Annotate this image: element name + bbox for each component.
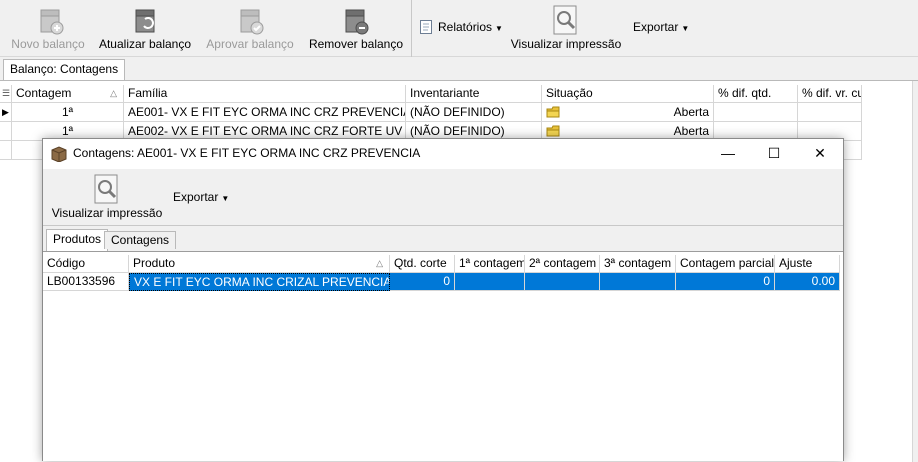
column-qtd-corte[interactable]: Qtd. corte bbox=[390, 255, 455, 273]
cell-contagem-parcial: 0 bbox=[676, 273, 775, 291]
visualizar-impressao-button[interactable]: Visualizar impressão bbox=[510, 0, 622, 57]
sort-ascending-icon: △ bbox=[110, 88, 117, 98]
cell-codigo: LB00133596 bbox=[43, 273, 129, 291]
remover-balanco-label: Remover balanço bbox=[308, 37, 404, 51]
dialog-visualizar-impressao-button[interactable]: Visualizar impressão bbox=[51, 169, 163, 226]
dialog-exportar-dropdown[interactable]: Exportar ▼ bbox=[173, 188, 229, 206]
maximize-button[interactable]: ☐ bbox=[751, 139, 797, 169]
cell-produto: VX E FIT EYC ORMA INC CRIZAL PREVENCIA bbox=[129, 273, 390, 291]
close-button[interactable]: ✕ bbox=[797, 139, 843, 169]
tab-contagens[interactable]: Contagens bbox=[104, 231, 177, 249]
column-dif-vr[interactable]: % dif. vr. cu bbox=[798, 85, 862, 103]
aprovar-balanco-label: Aprovar balanço bbox=[206, 37, 294, 51]
box-minus-icon bbox=[345, 9, 369, 35]
row-indicator bbox=[0, 122, 12, 141]
exportar-label: Exportar bbox=[633, 20, 679, 34]
cell-inventariante: (NÃO DEFINIDO) bbox=[406, 103, 542, 122]
chevron-down-icon: ▼ bbox=[221, 194, 230, 203]
column-codigo[interactable]: Código bbox=[43, 255, 129, 273]
minimize-button[interactable]: — bbox=[705, 139, 751, 169]
tab-balanco-contagens[interactable]: Balanço: Contagens bbox=[3, 59, 126, 81]
box-plus-icon bbox=[40, 9, 64, 35]
cell-dif-vr bbox=[798, 103, 862, 122]
aprovar-balanco-button[interactable]: Aprovar balanço bbox=[202, 0, 298, 57]
main-toolbar: Novo balanço Atualizar balanço Aprovar b… bbox=[0, 0, 918, 57]
table-row[interactable]: ▶ 1ª AE001- VX E FIT EYC ORMA INC CRZ PR… bbox=[0, 103, 862, 122]
sort-ascending-icon: △ bbox=[376, 258, 383, 268]
cell-contagem-1 bbox=[455, 273, 525, 291]
cell-situacao: Aberta bbox=[542, 103, 714, 122]
novo-balanco-button[interactable]: Novo balanço bbox=[4, 0, 92, 57]
toolbar-separator bbox=[411, 0, 412, 57]
chevron-down-icon: ▼ bbox=[495, 24, 503, 33]
dialog-exportar-label: Exportar bbox=[173, 190, 219, 204]
maximize-icon: ☐ bbox=[767, 145, 781, 161]
column-contagem-1[interactable]: 1ª contagem bbox=[455, 255, 525, 273]
vertical-scrollbar[interactable] bbox=[912, 81, 918, 462]
relatorios-label: Relatórios bbox=[438, 20, 493, 34]
atualizar-balanco-label: Atualizar balanço bbox=[98, 37, 192, 51]
magnifier-icon bbox=[553, 5, 577, 35]
dialog-title-bar[interactable]: Contagens: AE001- VX E FIT EYC ORMA INC … bbox=[43, 139, 843, 169]
column-dif-qtd[interactable]: % dif. qtd. bbox=[714, 85, 798, 103]
column-contagem-3[interactable]: 3ª contagem bbox=[600, 255, 676, 273]
folder-icon bbox=[546, 125, 560, 137]
cell-contagem-2 bbox=[525, 273, 600, 291]
column-ajuste[interactable]: Ajuste bbox=[775, 255, 840, 273]
cell-ajuste: 0.00 bbox=[775, 273, 840, 291]
column-contagem-2[interactable]: 2ª contagem bbox=[525, 255, 600, 273]
column-chooser-icon[interactable]: ☰ bbox=[0, 85, 12, 103]
tab-label: Balanço: Contagens bbox=[10, 62, 119, 76]
cell-dif-qtd bbox=[714, 103, 798, 122]
column-familia[interactable]: Família bbox=[124, 85, 406, 103]
remover-balanco-button[interactable]: Remover balanço bbox=[306, 0, 406, 57]
box-icon bbox=[51, 146, 67, 162]
folder-icon bbox=[546, 106, 560, 118]
cell-qtd-corte: 0 bbox=[390, 273, 455, 291]
main-tab-bar: Balanço: Contagens bbox=[0, 57, 918, 81]
row-indicator-icon: ▶ bbox=[0, 103, 12, 122]
cell-contagem-3 bbox=[600, 273, 676, 291]
visualizar-impressao-label: Visualizar impressão bbox=[510, 37, 622, 51]
column-contagem-parcial[interactable]: Contagem parcial bbox=[676, 255, 775, 273]
dialog-toolbar: Visualizar impressão Exportar ▼ bbox=[43, 169, 843, 226]
minimize-icon: — bbox=[721, 145, 735, 161]
contagens-dialog: Contagens: AE001- VX E FIT EYC ORMA INC … bbox=[42, 138, 844, 461]
dialog-visualizar-impressao-label: Visualizar impressão bbox=[51, 206, 163, 220]
atualizar-balanco-button[interactable]: Atualizar balanço bbox=[96, 0, 194, 57]
novo-balanco-label: Novo balanço bbox=[11, 37, 85, 51]
column-inventariante[interactable]: Inventariante bbox=[406, 85, 542, 103]
box-check-icon bbox=[240, 9, 264, 35]
chevron-down-icon: ▼ bbox=[681, 24, 690, 33]
document-icon bbox=[420, 20, 432, 34]
cell-familia: AE001- VX E FIT EYC ORMA INC CRZ PREVENC… bbox=[124, 103, 406, 122]
box-refresh-icon bbox=[135, 9, 155, 33]
column-situacao[interactable]: Situação bbox=[542, 85, 714, 103]
tab-produtos[interactable]: Produtos bbox=[46, 229, 109, 251]
column-produto[interactable]: Produto △ bbox=[129, 255, 390, 273]
relatorios-dropdown[interactable]: Relatórios ▼ bbox=[418, 18, 503, 36]
cell-contagem: 1ª bbox=[12, 103, 124, 122]
magnifier-icon bbox=[94, 174, 118, 204]
exportar-dropdown[interactable]: Exportar ▼ bbox=[633, 18, 689, 36]
produtos-grid: Código Produto △ Qtd. corte 1ª contagem … bbox=[43, 251, 843, 461]
close-icon: ✕ bbox=[814, 145, 826, 161]
row-indicator bbox=[0, 141, 12, 160]
table-row[interactable]: LB00133596 VX E FIT EYC ORMA INC CRIZAL … bbox=[43, 273, 840, 291]
dialog-title: Contagens: AE001- VX E FIT EYC ORMA INC … bbox=[73, 146, 421, 160]
dialog-tab-bar: Produtos Contagens bbox=[43, 227, 843, 251]
column-contagem[interactable]: Contagem △ bbox=[12, 85, 124, 103]
